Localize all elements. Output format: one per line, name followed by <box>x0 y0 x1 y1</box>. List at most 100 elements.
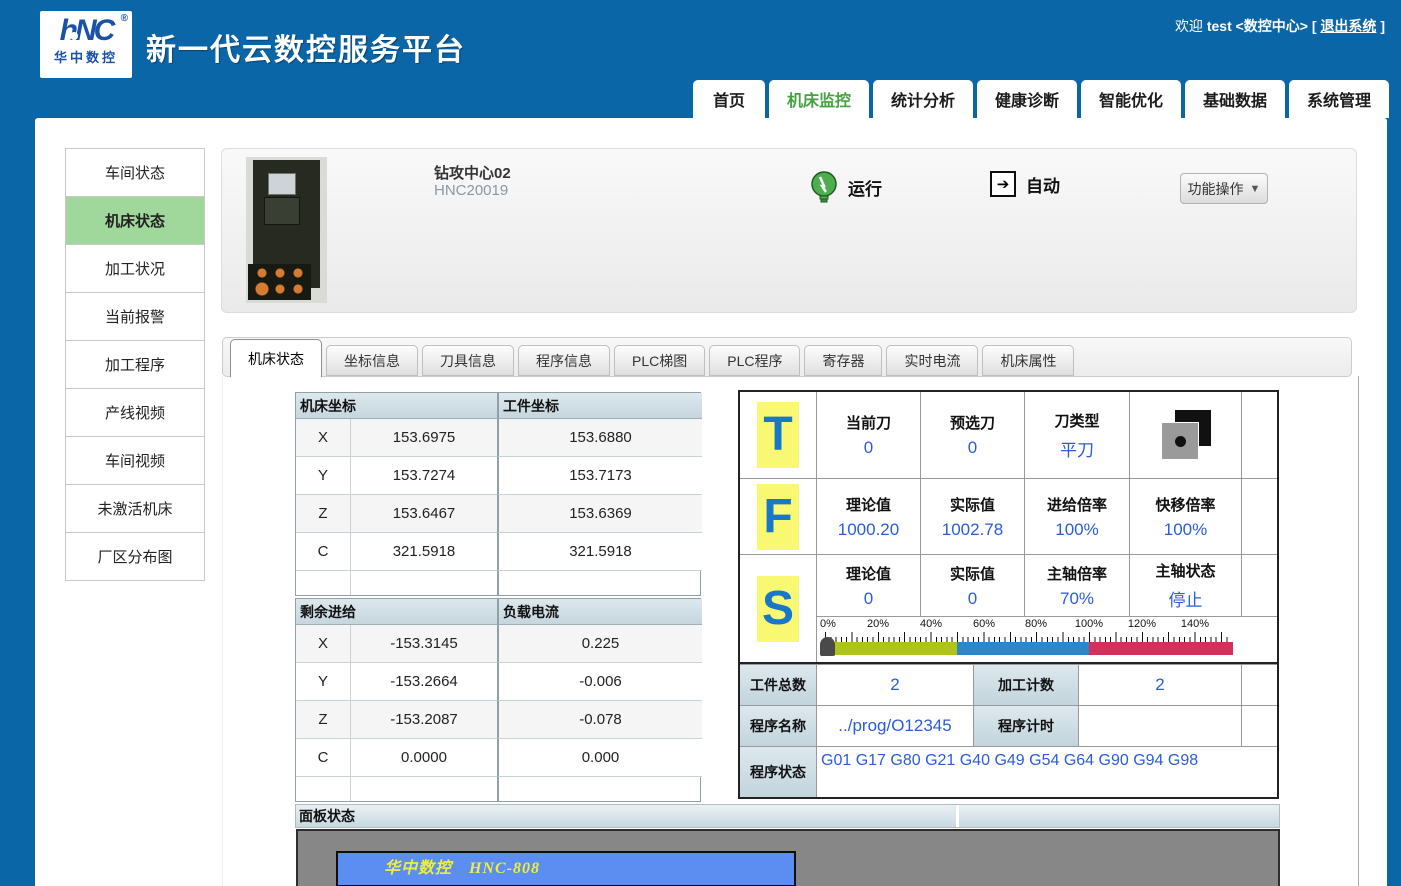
axis-label: Z <box>296 495 351 533</box>
feed-actual-label: 实际值 <box>950 494 995 515</box>
logout-link[interactable]: 退出系统 <box>1320 18 1376 34</box>
ruler-bar <box>825 642 1233 655</box>
rapid-override-label: 快移倍率 <box>1155 494 1215 515</box>
mode-status: ➔ 自动 <box>990 171 1060 197</box>
spindle-actual-value: 0 <box>968 589 977 609</box>
machine-coord-value: 153.6467 <box>351 495 497 533</box>
spindle-state-value: 停止 <box>1169 586 1203 611</box>
remaining-feed-value: -153.2087 <box>351 701 497 739</box>
spindle-actual-cell: 实际值 0 <box>920 554 1024 616</box>
feed-actual-value: 1002.78 <box>942 520 1003 540</box>
spindle-theory-value: 0 <box>864 589 873 609</box>
bulb-icon <box>810 171 838 203</box>
tool-type-label: 刀类型 <box>1054 410 1099 431</box>
nav-tab-optimization[interactable]: 智能优化 <box>1081 80 1181 118</box>
registered-mark: ® <box>121 13 128 24</box>
sidebar-item-programs[interactable]: 加工程序 <box>65 340 205 389</box>
panel-status-body: 华中数控 HNC-808 <box>296 829 1280 886</box>
remaining-feed-value: -153.2664 <box>351 663 497 701</box>
axis-label: C <box>296 533 351 571</box>
chevron-down-icon: ▼ <box>1250 183 1261 195</box>
machine-coords-header: 机床坐标 <box>296 393 497 419</box>
logo-company-name: 华中数控 <box>40 47 132 66</box>
load-current-value: -0.078 <box>497 701 702 739</box>
override-ruler: 0% 20% 40% 60% 80% 100% 120% 140% <box>816 616 1277 662</box>
tab-realtime-current[interactable]: 实时电流 <box>886 345 978 376</box>
tab-registers[interactable]: 寄存器 <box>804 345 882 376</box>
nav-tab-base-data[interactable]: 基础数据 <box>1185 80 1285 118</box>
nav-tab-home[interactable]: 首页 <box>693 80 765 118</box>
tfs-status-table: T 当前刀 0 预选刀 0 刀类型 平刀 F 理论值 1000.20 <box>738 390 1279 664</box>
tab-machine-attrs[interactable]: 机床属性 <box>982 345 1074 376</box>
spindle-override-cell: 主轴倍率 70% <box>1024 554 1129 616</box>
empty-cell <box>497 777 702 801</box>
sidebar-item-alarms[interactable]: 当前报警 <box>65 292 205 341</box>
machine-screen <box>268 173 296 195</box>
nav-tab-statistics[interactable]: 统计分析 <box>873 80 973 118</box>
preselect-tool-value: 0 <box>968 438 977 458</box>
nav-tab-system[interactable]: 系统管理 <box>1289 80 1389 118</box>
sidebar-item-line-video[interactable]: 产线视频 <box>65 388 205 437</box>
part-total-value: 2 <box>816 664 973 705</box>
tab-machine-status[interactable]: 机床状态 <box>230 339 322 377</box>
axis-label: Y <box>296 663 351 701</box>
spindle-override-label: 主轴倍率 <box>1047 563 1107 584</box>
device-name-bar: 华中数控 HNC-808 <box>336 851 796 886</box>
spacer-cell <box>1241 554 1277 616</box>
current-tool-label: 当前刀 <box>846 412 891 433</box>
nav-tab-machine-monitor[interactable]: 机床监控 <box>769 80 869 118</box>
main-nav: 首页 机床监控 统计分析 健康诊断 智能优化 基础数据 系统管理 <box>693 80 1389 118</box>
spacer-cell <box>1241 705 1277 746</box>
program-timer-value <box>1078 705 1241 746</box>
preselect-tool-cell: 预选刀 0 <box>920 392 1024 478</box>
machine-coord-value: 321.5918 <box>351 533 497 571</box>
function-operate-button[interactable]: 功能操作 ▼ <box>1180 173 1268 204</box>
program-name-value: ../prog/O12345 <box>816 705 973 746</box>
preselect-tool-label: 预选刀 <box>950 412 995 433</box>
current-tool-cell: 当前刀 0 <box>816 392 920 478</box>
work-coord-value: 153.7173 <box>497 457 702 495</box>
ruler-labels: 0% 20% 40% 60% 80% 100% 120% 140% <box>817 618 1277 632</box>
sidebar-item-inactive-machines[interactable]: 未激活机床 <box>65 484 205 533</box>
tab-program-info[interactable]: 程序信息 <box>518 345 610 376</box>
remaining-feed-value: -153.3145 <box>351 625 497 663</box>
feed-override-cell: 进给倍率 100% <box>1024 478 1129 554</box>
feed-theory-label: 理论值 <box>846 494 891 515</box>
sidebar-item-machine-status[interactable]: 机床状态 <box>65 196 205 245</box>
empty-cell <box>351 777 497 801</box>
machine-coord-value: 153.7274 <box>351 457 497 495</box>
user-department: <数控中心> <box>1236 18 1308 34</box>
feed-F-icon: F <box>757 484 799 550</box>
page-title: 新一代云数控服务平台 <box>146 25 466 69</box>
s-icon-cell: S <box>740 554 816 662</box>
tab-tool-info[interactable]: 刀具信息 <box>422 345 514 376</box>
axis-label: Y <box>296 457 351 495</box>
brand-logo: hNC ® 华中数控 <box>40 11 132 78</box>
tab-coordinate-info[interactable]: 坐标信息 <box>326 345 418 376</box>
machine-mesh-knobs <box>248 264 311 300</box>
empty-cell <box>351 571 497 595</box>
remaining-feed-header: 剩余进给 <box>296 599 497 625</box>
axis-label: X <box>296 419 351 457</box>
spindle-theory-label: 理论值 <box>846 563 891 584</box>
sidebar-item-workshop-video[interactable]: 车间视频 <box>65 436 205 485</box>
spacer-cell <box>1241 478 1277 554</box>
feed-actual-cell: 实际值 1002.78 <box>920 478 1024 554</box>
welcome-prefix: 欢迎 <box>1175 18 1203 34</box>
feed-theory-value: 1000.20 <box>838 520 899 540</box>
logo-dot <box>70 32 78 40</box>
work-coords-header: 工件坐标 <box>497 393 702 419</box>
remaining-feed-value: 0.0000 <box>351 739 497 777</box>
tab-plc-ladder[interactable]: PLC梯图 <box>614 345 705 376</box>
sidebar-item-workshop-status[interactable]: 车间状态 <box>65 148 205 197</box>
sidebar-item-factory-map[interactable]: 厂区分布图 <box>65 532 205 581</box>
sidebar-item-machining[interactable]: 加工状况 <box>65 244 205 293</box>
function-operate-label: 功能操作 <box>1188 179 1244 199</box>
flat-tool-icon <box>1159 408 1213 462</box>
rapid-override-value: 100% <box>1164 520 1207 540</box>
tab-plc-program[interactable]: PLC程序 <box>709 345 800 376</box>
ruler-handle <box>820 637 835 656</box>
load-current-value: 0.225 <box>497 625 702 663</box>
bracket-open: [ <box>1312 18 1317 34</box>
nav-tab-health[interactable]: 健康诊断 <box>977 80 1077 118</box>
